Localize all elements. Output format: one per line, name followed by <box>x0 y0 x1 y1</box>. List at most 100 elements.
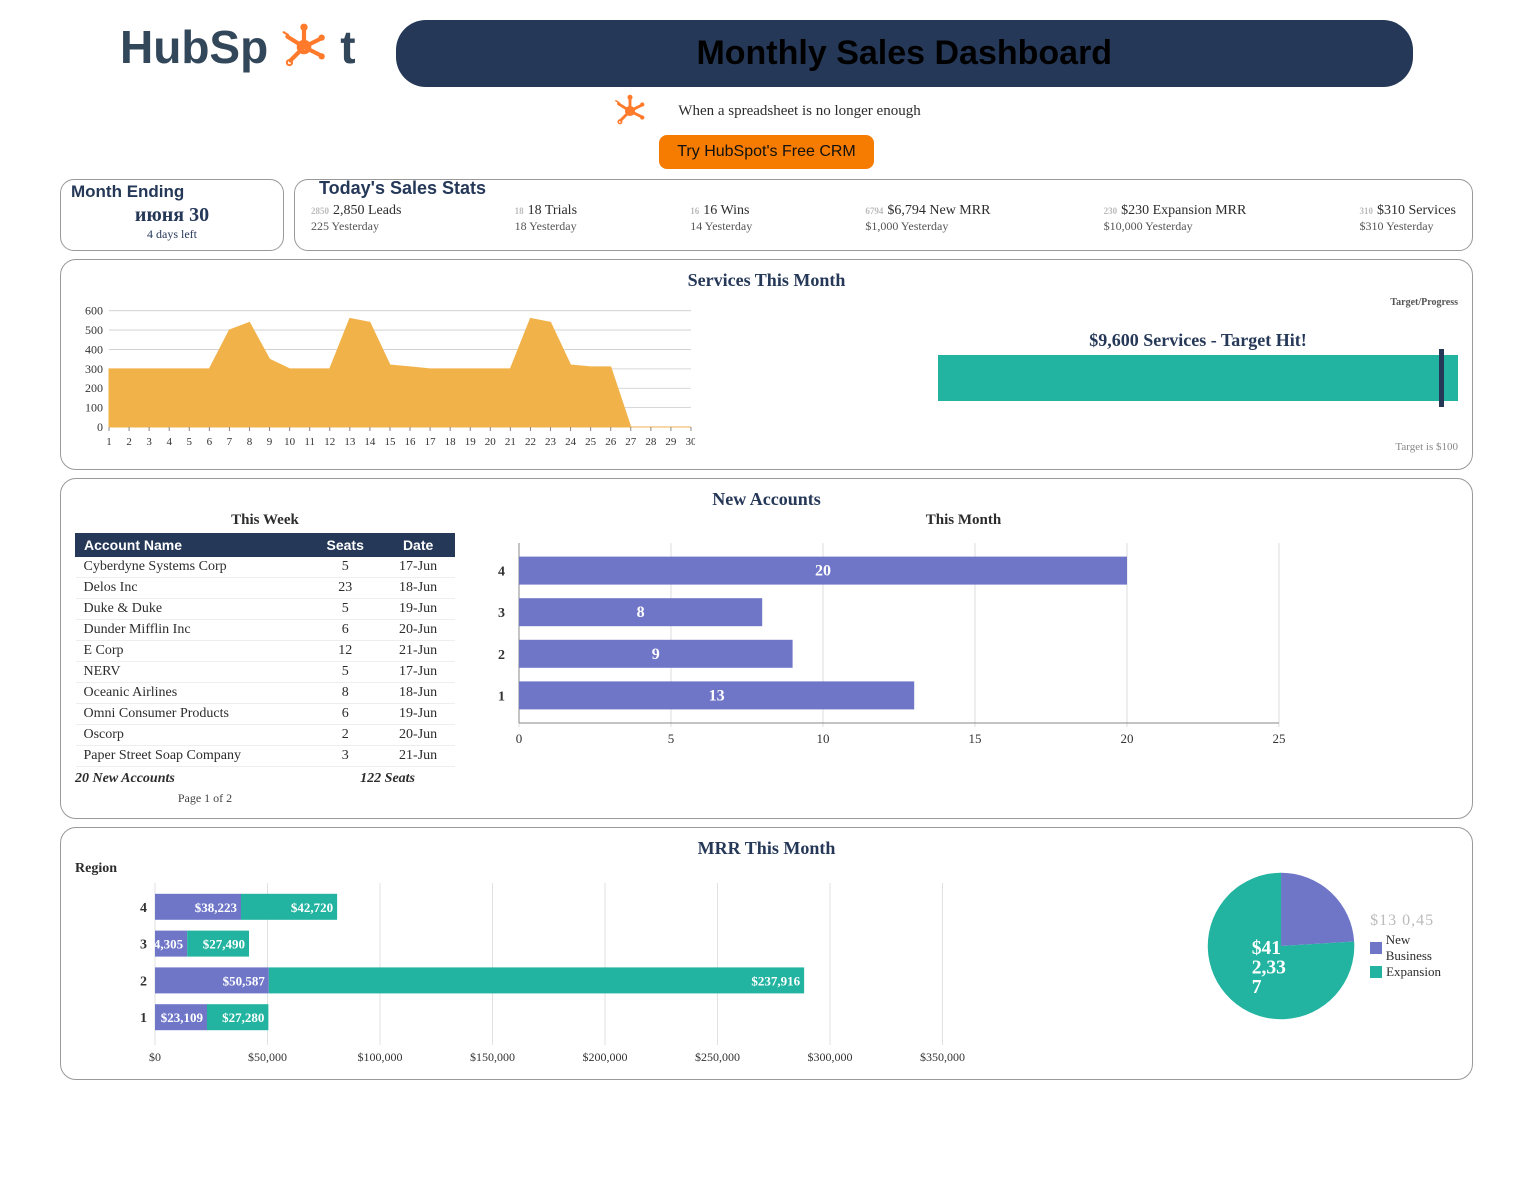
mrr-title: MRR This Month <box>75 838 1458 859</box>
svg-text:$150,000: $150,000 <box>470 1050 515 1064</box>
stat-item: 6794$6,794 New MRR$1,000 Yesterday <box>865 203 990 234</box>
svg-text:3: 3 <box>146 436 152 448</box>
svg-text:1: 1 <box>498 689 505 704</box>
svg-text:$350,000: $350,000 <box>920 1050 965 1064</box>
swatch-icon <box>1370 966 1382 978</box>
table-row: Oscorp220-Jun <box>76 725 455 746</box>
sprocket-icon <box>278 21 330 73</box>
svg-text:3: 3 <box>140 938 147 953</box>
svg-text:14: 14 <box>364 436 376 448</box>
svg-text:29: 29 <box>665 436 677 448</box>
target-progress-label: Target/Progress <box>938 297 1458 308</box>
svg-text:27: 27 <box>625 436 637 448</box>
svg-text:$50,000: $50,000 <box>248 1050 287 1064</box>
svg-text:2: 2 <box>126 436 132 448</box>
month-ending-value: июня 30 <box>77 204 267 227</box>
svg-text:4: 4 <box>166 436 172 448</box>
month-ending-sub: 4 days left <box>77 227 267 242</box>
svg-text:200: 200 <box>85 381 103 395</box>
svg-text:6: 6 <box>207 436 213 448</box>
svg-text:1: 1 <box>106 436 112 448</box>
this-month-title: This Month <box>469 512 1458 529</box>
svg-text:12: 12 <box>324 436 335 448</box>
mrr-pie-chart: $412,337 <box>1198 861 1364 1031</box>
table-row: Dunder Mifflin Inc620-Jun <box>76 620 455 641</box>
svg-text:19: 19 <box>465 436 477 448</box>
table-row: Duke & Duke519-Jun <box>76 599 455 620</box>
svg-text:21: 21 <box>505 436 516 448</box>
region-label: Region <box>75 861 1188 877</box>
svg-text:$300,000: $300,000 <box>808 1050 853 1064</box>
mrr-bar-chart: $0$50,000$100,000$150,000$200,000$250,00… <box>75 877 975 1067</box>
accounts-bar-chart: 05101520252048392131 <box>469 533 1289 753</box>
todays-stats-title: Today's Sales Stats <box>319 178 1456 199</box>
svg-text:0: 0 <box>97 420 103 434</box>
stat-item: 1818 Trials18 Yesterday <box>515 203 577 234</box>
new-accounts-title: New Accounts <box>75 489 1458 510</box>
svg-text:16: 16 <box>405 436 417 448</box>
stat-item: 230$230 Expansion MRR$10,000 Yesterday <box>1104 203 1247 234</box>
table-row: Cyberdyne Systems Corp517-Jun <box>76 557 455 578</box>
svg-text:4: 4 <box>498 565 505 580</box>
svg-text:$14,305: $14,305 <box>141 937 184 952</box>
col-account: Account Name <box>76 534 309 557</box>
svg-text:5: 5 <box>187 436 193 448</box>
svg-text:4: 4 <box>140 901 147 916</box>
svg-text:20: 20 <box>815 563 831 580</box>
mrr-legend: $13 0,45 New Business Expansion <box>1370 912 1458 980</box>
svg-text:$250,000: $250,000 <box>695 1050 740 1064</box>
mrr-panel: MRR This Month Region $0$50,000$100,000$… <box>60 827 1473 1080</box>
month-ending-card: Month Ending июня 30 4 days left <box>60 179 284 251</box>
svg-text:25: 25 <box>1273 731 1286 746</box>
stat-item: 28502,850 Leads225 Yesterday <box>311 203 401 234</box>
col-date: Date <box>382 534 455 557</box>
services-area-chart: 0100200300400500600123456789101112131415… <box>75 297 928 457</box>
try-crm-button[interactable]: Try HubSpot's Free CRM <box>659 135 874 169</box>
month-ending-label: Month Ending <box>71 182 267 202</box>
svg-text:$38,223: $38,223 <box>195 900 238 915</box>
summary-accounts: 20 New Accounts <box>75 771 175 787</box>
todays-stats-card: Today's Sales Stats 28502,850 Leads225 Y… <box>294 179 1473 251</box>
svg-text:20: 20 <box>485 436 497 448</box>
col-seats: Seats <box>309 534 382 557</box>
page-title: Monthly Sales Dashboard <box>396 20 1413 87</box>
svg-text:15: 15 <box>969 731 982 746</box>
tagline: When a spreadsheet is no longer enough <box>678 103 920 120</box>
svg-text:1: 1 <box>140 1011 147 1026</box>
svg-text:$0: $0 <box>149 1050 161 1064</box>
this-week-title: This Week <box>75 512 455 529</box>
hubspot-logo: HubSp t <box>120 20 356 74</box>
services-title: Services This Month <box>75 270 1458 291</box>
svg-text:$50,587: $50,587 <box>223 973 266 988</box>
svg-text:24: 24 <box>565 436 577 448</box>
svg-text:17: 17 <box>425 436 437 448</box>
svg-text:13: 13 <box>709 687 725 704</box>
svg-text:7: 7 <box>227 436 233 448</box>
table-row: Paper Street Soap Company321-Jun <box>76 746 455 767</box>
svg-text:25: 25 <box>585 436 597 448</box>
svg-text:18: 18 <box>445 436 457 448</box>
stat-item: 310$310 Services$310 Yesterday <box>1360 203 1456 234</box>
pie-outlabel: $13 0,45 <box>1370 912 1458 930</box>
table-row: Oceanic Airlines818-Jun <box>76 683 455 704</box>
brand-suffix: t <box>340 20 355 74</box>
svg-text:22: 22 <box>525 436 536 448</box>
target-marker-icon <box>1439 349 1444 407</box>
new-accounts-panel: New Accounts This Week Account Name Seat… <box>60 478 1473 819</box>
svg-text:$27,490: $27,490 <box>203 937 245 952</box>
table-row: Delos Inc2318-Jun <box>76 578 455 599</box>
table-row: E Corp1221-Jun <box>76 641 455 662</box>
sprocket-icon <box>612 93 648 129</box>
svg-text:0: 0 <box>516 731 523 746</box>
svg-text:$23,109: $23,109 <box>161 1010 204 1025</box>
svg-text:8: 8 <box>637 604 645 621</box>
svg-text:26: 26 <box>605 436 617 448</box>
services-target-footnote: Target is $100 <box>938 441 1458 453</box>
summary-seats: 122 Seats <box>360 771 415 787</box>
svg-text:3: 3 <box>498 606 505 621</box>
swatch-icon <box>1370 942 1382 954</box>
svg-text:5: 5 <box>668 731 675 746</box>
svg-text:2: 2 <box>498 648 505 663</box>
svg-text:15: 15 <box>384 436 396 448</box>
svg-text:$237,916: $237,916 <box>751 973 800 988</box>
